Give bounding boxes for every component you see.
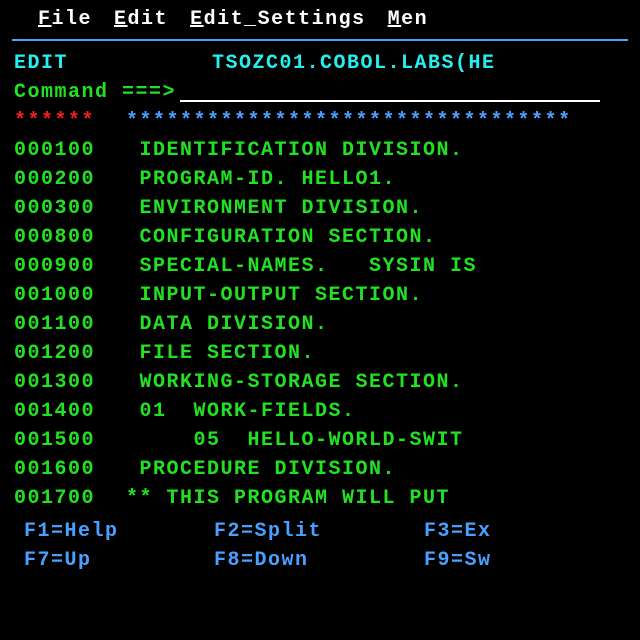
menu-edit-settings[interactable]: Edit_Settings	[190, 8, 366, 31]
code-line[interactable]: 000900 SPECIAL-NAMES. SYSIN IS	[0, 252, 640, 281]
code-line[interactable]: 000100 IDENTIFICATION DIVISION.	[0, 136, 640, 165]
line-text[interactable]: INPUT-OUTPUT SECTION.	[126, 281, 423, 310]
fkey-f2[interactable]: F2=Split	[214, 517, 424, 546]
menu-bar: File Edit Edit_Settings Men	[0, 6, 640, 37]
menu-men[interactable]: Men	[388, 8, 429, 31]
code-line[interactable]: 001200 FILE SECTION.	[0, 339, 640, 368]
command-input[interactable]	[180, 84, 600, 102]
code-line[interactable]: 001000 INPUT-OUTPUT SECTION.	[0, 281, 640, 310]
line-number[interactable]: 001300	[14, 368, 126, 397]
line-prefix-stars: ******	[14, 107, 126, 136]
fkey-f9[interactable]: F9=Sw	[424, 546, 492, 575]
edit-mode-label: EDIT	[14, 49, 212, 78]
line-number[interactable]: 001400	[14, 397, 126, 426]
code-line[interactable]: 001700** THIS PROGRAM WILL PUT	[0, 484, 640, 513]
code-area[interactable]: 000100 IDENTIFICATION DIVISION.000200 PR…	[0, 136, 640, 513]
line-text[interactable]: PROGRAM-ID. HELLO1.	[126, 165, 396, 194]
fkey-f7[interactable]: F7=Up	[14, 546, 214, 575]
command-row: Command ===>	[0, 78, 640, 107]
code-line[interactable]: 001400 01 WORK-FIELDS.	[0, 397, 640, 426]
function-key-bar: F1=Help F2=Split F3=Ex F7=Up F8=Down F9=…	[0, 517, 640, 575]
line-number[interactable]: 001600	[14, 455, 126, 484]
line-text[interactable]: FILE SECTION.	[126, 339, 315, 368]
line-number[interactable]: 001500	[14, 426, 126, 455]
menu-divider	[12, 39, 628, 41]
fkey-f8[interactable]: F8=Down	[214, 546, 424, 575]
line-text[interactable]: CONFIGURATION SECTION.	[126, 223, 437, 252]
line-number[interactable]: 001200	[14, 339, 126, 368]
line-number[interactable]: 000300	[14, 194, 126, 223]
top-stars: *********************************	[126, 107, 572, 136]
header-row: EDIT TSOZC01.COBOL.LABS(HE	[0, 49, 640, 78]
dataset-name: TSOZC01.COBOL.LABS(HE	[212, 49, 496, 78]
code-line[interactable]: 001600 PROCEDURE DIVISION.	[0, 455, 640, 484]
line-number[interactable]: 001000	[14, 281, 126, 310]
fkey-f1[interactable]: F1=Help	[14, 517, 214, 546]
command-label: Command ===>	[14, 78, 176, 107]
line-text[interactable]: ** THIS PROGRAM WILL PUT	[126, 484, 464, 513]
line-text[interactable]: WORKING-STORAGE SECTION.	[126, 368, 464, 397]
line-number[interactable]: 000800	[14, 223, 126, 252]
line-text[interactable]: IDENTIFICATION DIVISION.	[126, 136, 464, 165]
fkey-f3[interactable]: F3=Ex	[424, 517, 492, 546]
line-number[interactable]: 000100	[14, 136, 126, 165]
code-line[interactable]: 000200 PROGRAM-ID. HELLO1.	[0, 165, 640, 194]
line-text[interactable]: 05 HELLO-WORLD-SWIT	[126, 426, 464, 455]
line-text[interactable]: 01 WORK-FIELDS.	[126, 397, 356, 426]
line-text[interactable]: PROCEDURE DIVISION.	[126, 455, 396, 484]
code-line[interactable]: 001300 WORKING-STORAGE SECTION.	[0, 368, 640, 397]
code-line[interactable]: 000800 CONFIGURATION SECTION.	[0, 223, 640, 252]
line-text[interactable]: SPECIAL-NAMES. SYSIN IS	[126, 252, 477, 281]
code-line[interactable]: 000300 ENVIRONMENT DIVISION.	[0, 194, 640, 223]
line-number[interactable]: 000900	[14, 252, 126, 281]
line-text[interactable]: ENVIRONMENT DIVISION.	[126, 194, 423, 223]
top-of-data-marker: ****** *********************************	[0, 107, 640, 136]
code-line[interactable]: 001100 DATA DIVISION.	[0, 310, 640, 339]
menu-edit[interactable]: Edit	[114, 8, 168, 31]
line-number[interactable]: 001100	[14, 310, 126, 339]
menu-file[interactable]: File	[38, 8, 92, 31]
line-number[interactable]: 000200	[14, 165, 126, 194]
code-line[interactable]: 001500 05 HELLO-WORLD-SWIT	[0, 426, 640, 455]
line-number[interactable]: 001700	[14, 484, 126, 513]
line-text[interactable]: DATA DIVISION.	[126, 310, 329, 339]
